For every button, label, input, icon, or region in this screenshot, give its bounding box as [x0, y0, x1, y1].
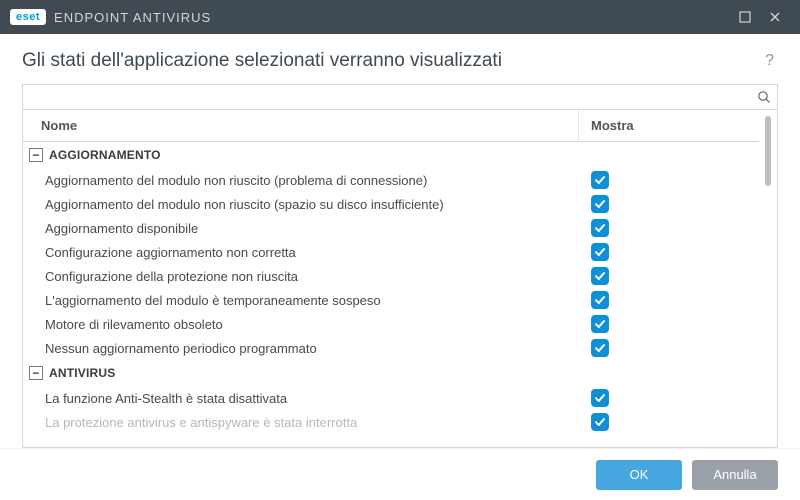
show-checkbox[interactable]	[591, 291, 609, 309]
show-checkbox[interactable]	[591, 315, 609, 333]
collapse-icon[interactable]: −	[29, 148, 43, 162]
collapse-icon[interactable]: −	[29, 366, 43, 380]
table-row: Configurazione della protezione non rius…	[23, 264, 759, 288]
table-row: Configurazione aggiornamento non corrett…	[23, 240, 759, 264]
column-header-name[interactable]: Nome	[23, 110, 579, 141]
scrollbar-thumb[interactable]	[765, 116, 771, 186]
show-checkbox[interactable]	[591, 195, 609, 213]
minimize-icon	[739, 11, 751, 23]
minimize-button[interactable]	[730, 0, 760, 34]
row-show-cell	[579, 217, 759, 239]
row-label: La protezione antivirus e antispyware è …	[23, 411, 579, 434]
show-checkbox[interactable]	[591, 389, 609, 407]
row-show-cell	[579, 337, 759, 359]
row-show-cell	[579, 193, 759, 215]
show-checkbox[interactable]	[591, 267, 609, 285]
brand-logo: eset	[10, 9, 46, 25]
close-icon	[769, 11, 781, 23]
close-button[interactable]	[760, 0, 790, 34]
brand: eset ENDPOINT ANTIVIRUS	[10, 9, 211, 25]
table-row: Motore di rilevamento obsoleto	[23, 312, 759, 336]
cancel-button[interactable]: Annulla	[692, 460, 778, 490]
content: Nome Mostra −AGGIORNAMENTOAggiornamento …	[0, 84, 800, 448]
show-checkbox[interactable]	[591, 339, 609, 357]
table-row: Aggiornamento disponibile	[23, 216, 759, 240]
group-label: ANTIVIRUS	[49, 366, 115, 380]
row-label: Configurazione della protezione non rius…	[23, 265, 579, 288]
ok-button[interactable]: OK	[596, 460, 682, 490]
page-title: Gli stati dell'applicazione selezionati …	[22, 50, 761, 72]
row-show-cell	[579, 289, 759, 311]
row-show-cell	[579, 241, 759, 263]
table-row: Nessun aggiornamento periodico programma…	[23, 336, 759, 360]
group-label: AGGIORNAMENTO	[49, 148, 161, 162]
row-label: Aggiornamento disponibile	[23, 217, 579, 240]
header: Gli stati dell'applicazione selezionati …	[0, 34, 800, 84]
show-checkbox[interactable]	[591, 171, 609, 189]
table-row: Aggiornamento del modulo non riuscito (p…	[23, 168, 759, 192]
search-bar	[22, 84, 778, 110]
window: eset ENDPOINT ANTIVIRUS Gli stati dell'a…	[0, 0, 800, 500]
row-show-cell	[579, 169, 759, 191]
help-button[interactable]: ?	[761, 48, 778, 74]
row-label: La funzione Anti-Stealth è stata disatti…	[23, 387, 579, 410]
table-row: Aggiornamento del modulo non riuscito (s…	[23, 192, 759, 216]
row-label: Configurazione aggiornamento non corrett…	[23, 241, 579, 264]
row-show-cell	[579, 387, 759, 409]
search-icon[interactable]	[757, 90, 771, 104]
table-row: L'aggiornamento del modulo è temporaneam…	[23, 288, 759, 312]
show-checkbox[interactable]	[591, 219, 609, 237]
group-row[interactable]: −AGGIORNAMENTO	[23, 142, 759, 168]
row-show-cell	[579, 411, 759, 433]
show-checkbox[interactable]	[591, 243, 609, 261]
footer: OK Annulla	[0, 448, 800, 500]
row-label: L'aggiornamento del modulo è temporaneam…	[23, 289, 579, 312]
scrollbar-track[interactable]	[763, 116, 773, 441]
table-header: Nome Mostra	[23, 110, 759, 142]
row-label: Aggiornamento del modulo non riuscito (p…	[23, 169, 579, 192]
row-show-cell	[579, 313, 759, 335]
group-row[interactable]: −ANTIVIRUS	[23, 360, 759, 386]
table-row: La funzione Anti-Stealth è stata disatti…	[23, 386, 759, 410]
product-name: ENDPOINT ANTIVIRUS	[54, 10, 211, 25]
show-checkbox[interactable]	[591, 413, 609, 431]
table-row: La protezione antivirus e antispyware è …	[23, 410, 759, 434]
column-header-show[interactable]: Mostra	[579, 110, 759, 141]
row-show-cell	[579, 265, 759, 287]
search-input[interactable]	[29, 85, 757, 109]
table: Nome Mostra −AGGIORNAMENTOAggiornamento …	[22, 110, 778, 448]
row-label: Motore di rilevamento obsoleto	[23, 313, 579, 336]
row-label: Aggiornamento del modulo non riuscito (s…	[23, 193, 579, 216]
row-label: Nessun aggiornamento periodico programma…	[23, 337, 579, 360]
titlebar: eset ENDPOINT ANTIVIRUS	[0, 0, 800, 34]
table-body[interactable]: Nome Mostra −AGGIORNAMENTOAggiornamento …	[23, 110, 759, 447]
